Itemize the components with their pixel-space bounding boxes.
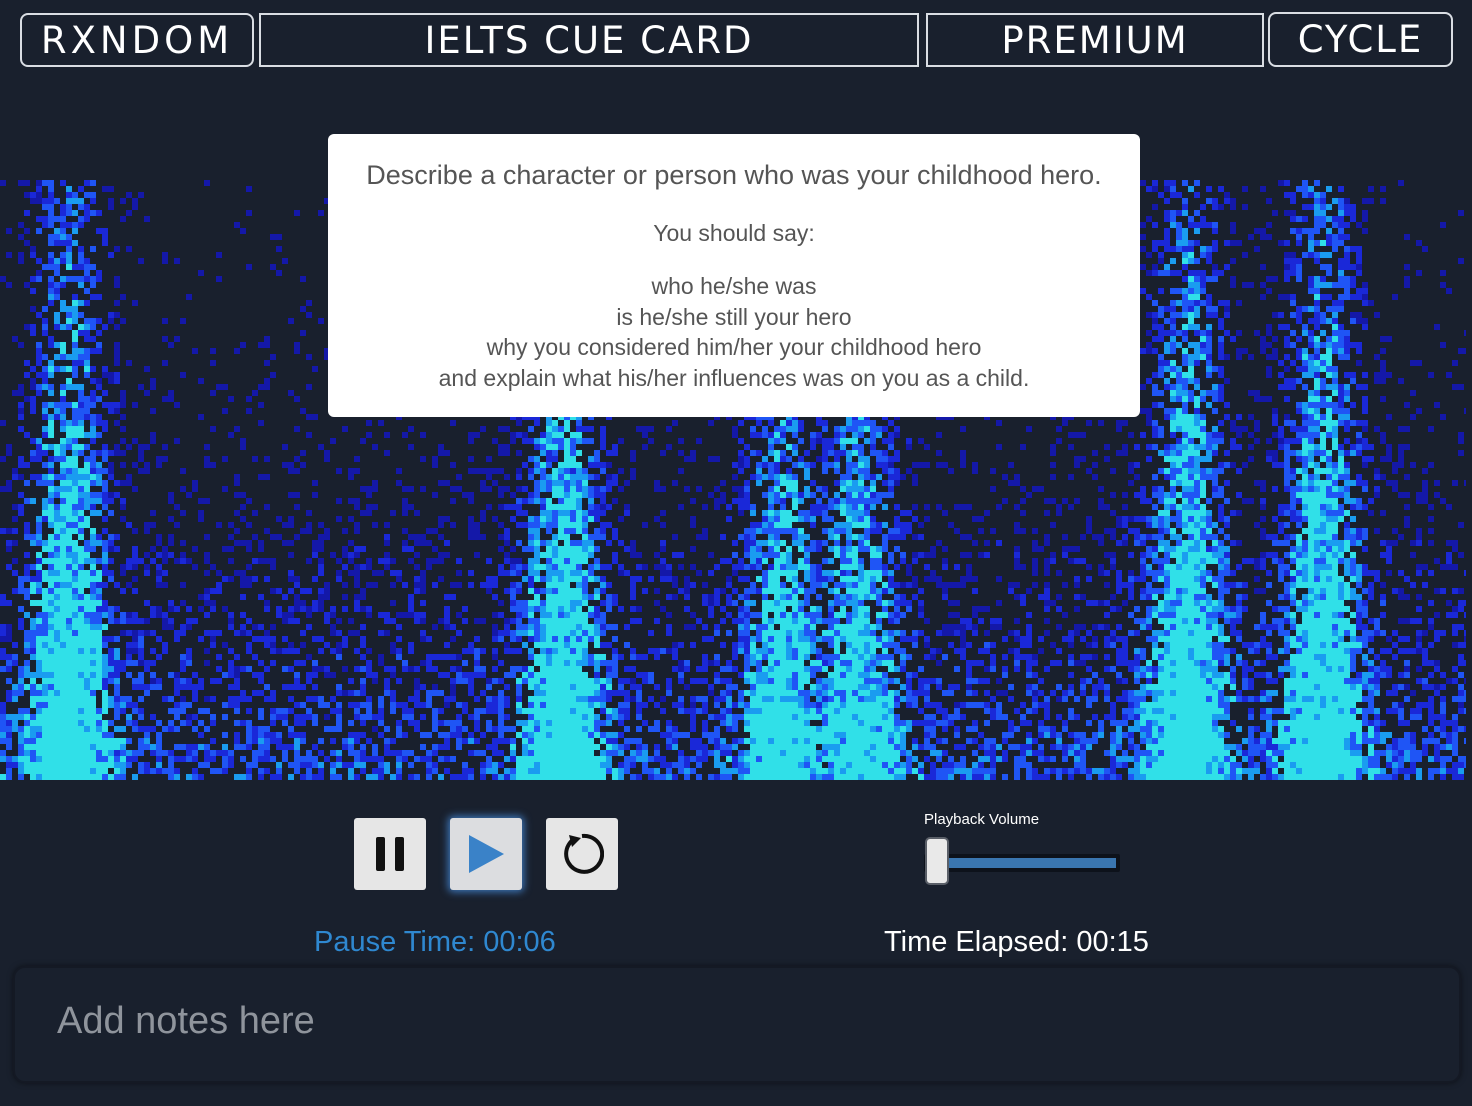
cue-point: why you considered him/her your childhoo…: [486, 334, 982, 360]
time-elapsed: Time Elapsed: 00:15: [884, 926, 1149, 958]
pause-button[interactable]: [354, 818, 426, 890]
cue-point: is he/she still your hero: [616, 303, 852, 330]
restart-button[interactable]: [546, 818, 618, 890]
cue-card-points: who he/she was is he/she still your hero…: [328, 271, 1140, 393]
pause-time: Pause Time: 00:06: [314, 926, 556, 958]
pause-icon: [376, 837, 404, 871]
notes-input[interactable]: [13, 966, 1461, 1083]
volume-slider[interactable]: [924, 854, 1120, 872]
cue-card: Describe a character or person who was y…: [328, 134, 1140, 417]
premium-button[interactable]: PREMIUM: [926, 13, 1264, 67]
cue-card-title: Describe a character or person who was y…: [366, 160, 1102, 190]
volume-slider-thumb[interactable]: [925, 837, 949, 885]
volume-label: Playback Volume: [924, 811, 1040, 828]
cue-point: and explain what his/her influences was …: [438, 364, 1030, 391]
cue-point: who he/she was: [651, 273, 817, 299]
play-icon: [469, 835, 504, 873]
ielts-cue-card-button[interactable]: IELTS CUE CARD: [259, 13, 919, 67]
logo-button[interactable]: RXNDOM: [20, 13, 254, 67]
play-button[interactable]: [450, 818, 522, 890]
cycle-button[interactable]: CYCLE: [1268, 12, 1453, 67]
restart-icon: [564, 833, 604, 874]
cue-card-prompt: You should say:: [653, 220, 815, 246]
volume-fill: [948, 858, 1116, 868]
